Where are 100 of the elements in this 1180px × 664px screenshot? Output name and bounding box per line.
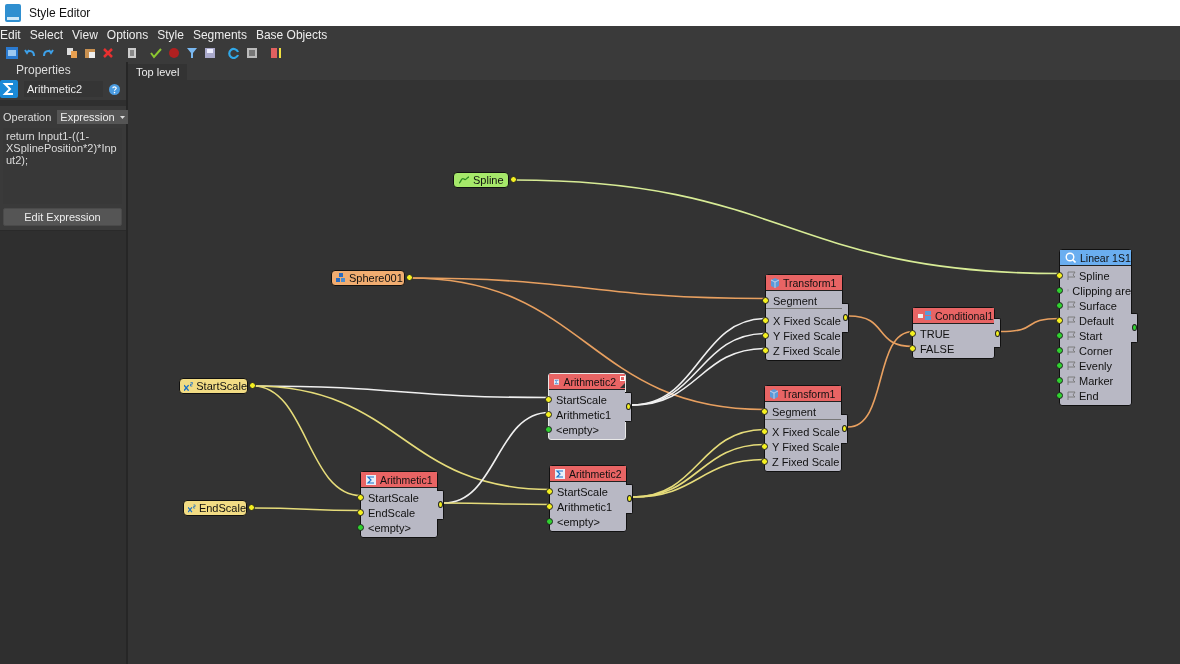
menu-item[interactable]: View (72, 28, 98, 42)
menu-item[interactable]: Segments (192, 28, 247, 42)
canvas-tab[interactable]: Top level (128, 64, 188, 80)
input-port[interactable] (357, 494, 364, 501)
rc-icon[interactable] (6, 47, 18, 59)
output-port[interactable] (510, 176, 517, 183)
input-port[interactable] (1056, 287, 1063, 294)
port-label: Segment (773, 294, 818, 307)
input-port[interactable] (357, 509, 364, 516)
output-port[interactable] (1132, 324, 1137, 331)
graph-node[interactable]: Linear 1S1 Spline Clipping are Surface Default Start Corner Evenly Marker End (1059, 249, 1132, 406)
port-label: X Fixed Scale (772, 425, 840, 438)
refresh-icon[interactable] (228, 47, 240, 59)
input-port[interactable] (546, 488, 553, 495)
help-icon[interactable] (109, 83, 120, 95)
grid-icon[interactable] (246, 47, 258, 59)
port-label: Evenly (1079, 359, 1113, 372)
graph-node[interactable]: Arithmetic1 StartScale EndScale <empty> (360, 471, 438, 538)
resize-corner-icon[interactable] (620, 375, 625, 388)
input-port[interactable] (762, 317, 769, 324)
input-port[interactable] (762, 347, 769, 354)
graph-node[interactable]: Conditional1 TRUE FALSE (912, 307, 995, 359)
output-port[interactable] (406, 274, 413, 281)
port-label: <empty> (556, 423, 599, 436)
input-port[interactable] (761, 458, 768, 465)
blocks-icon (336, 273, 346, 283)
variable-icon (188, 503, 196, 513)
menu-item[interactable]: Base Objects (255, 28, 328, 42)
node-name-field[interactable]: Arithmetic2 (24, 81, 103, 97)
graph-node[interactable]: Arithmetic2 StartScale Arithmetic1 <empty> (549, 465, 627, 532)
output-port[interactable] (248, 504, 255, 511)
port-label: Z Fixed Scale (772, 455, 840, 468)
output-port[interactable] (626, 403, 631, 410)
undo-icon[interactable] (24, 47, 36, 59)
copy-icon[interactable] (66, 47, 78, 59)
cube-icon (770, 388, 778, 399)
menu-item[interactable]: Edit (0, 28, 21, 42)
port-label: Arithmetic1 (556, 408, 612, 421)
menu-item[interactable]: Style (157, 28, 184, 42)
port-label: X Fixed Scale (773, 314, 841, 327)
check-icon[interactable] (150, 47, 162, 59)
delete-icon[interactable] (102, 47, 114, 59)
output-port[interactable] (842, 425, 847, 432)
node-title: StartScale (196, 380, 247, 392)
input-port[interactable] (546, 503, 553, 510)
document-icon[interactable] (126, 47, 138, 59)
input-port[interactable] (1056, 272, 1063, 279)
input-port[interactable] (545, 411, 552, 418)
output-port[interactable] (438, 501, 443, 508)
input-port[interactable] (761, 428, 768, 435)
sigma-icon (0, 80, 18, 98)
input-port[interactable] (762, 332, 769, 339)
node-title: Sphere001 (349, 272, 403, 284)
redo-icon[interactable] (42, 47, 54, 59)
input-port[interactable] (1056, 302, 1063, 309)
node-title: Arithmetic2 (569, 467, 622, 480)
edit-expression-button[interactable]: Edit Expression (3, 208, 122, 226)
graph-node[interactable]: Transform1 Segment X Fixed Scale Y Fixed Scale Z Fixed Scale (765, 274, 843, 361)
input-port[interactable] (909, 345, 916, 352)
curve-icon (458, 176, 470, 184)
filter-icon[interactable] (186, 47, 198, 59)
input-port[interactable] (1056, 362, 1063, 369)
menu-item[interactable]: Select (29, 28, 64, 42)
variable-icon (184, 381, 194, 391)
window-title: Style Editor (29, 6, 91, 20)
input-port[interactable] (1056, 377, 1063, 384)
input-port[interactable] (1056, 317, 1063, 324)
output-port[interactable] (627, 495, 632, 502)
port-label: Marker (1079, 374, 1114, 387)
input-port[interactable] (1056, 332, 1063, 339)
input-port[interactable] (909, 330, 916, 337)
port-label: Corner (1079, 344, 1113, 357)
input-port[interactable] (761, 443, 768, 450)
input-port[interactable] (1056, 347, 1063, 354)
input-port[interactable] (545, 396, 552, 403)
port-label: Default (1079, 314, 1114, 327)
sigma-icon (555, 468, 565, 479)
paste-icon[interactable] (84, 47, 96, 59)
port-label: FALSE (920, 342, 955, 355)
node-title: Transform1 (782, 387, 836, 400)
input-port[interactable] (1056, 392, 1063, 399)
input-port[interactable] (762, 297, 769, 304)
output-port[interactable] (249, 382, 256, 389)
input-port[interactable] (761, 408, 768, 415)
port-label: Y Fixed Scale (772, 440, 840, 453)
save-icon[interactable] (204, 47, 216, 59)
graph-node[interactable]: Transform1 Segment X Fixed Scale Y Fixed Scale Z Fixed Scale (764, 385, 842, 472)
node-title: Arithmetic1 (380, 473, 433, 486)
bar-icon[interactable] (270, 47, 282, 59)
input-port[interactable] (546, 518, 553, 525)
graph-node[interactable]: Arithmetic2 StartScale Arithmetic1 <empty> (548, 373, 626, 440)
port-label: <empty> (368, 521, 411, 534)
port-label: StartScale (368, 491, 419, 504)
menu-item[interactable]: Options (106, 28, 149, 42)
app-icon (5, 4, 21, 22)
operation-dropdown[interactable]: Expression (57, 110, 128, 124)
input-port[interactable] (357, 524, 364, 531)
output-port[interactable] (995, 329, 1000, 337)
output-port[interactable] (843, 314, 848, 321)
input-port[interactable] (545, 426, 552, 433)
